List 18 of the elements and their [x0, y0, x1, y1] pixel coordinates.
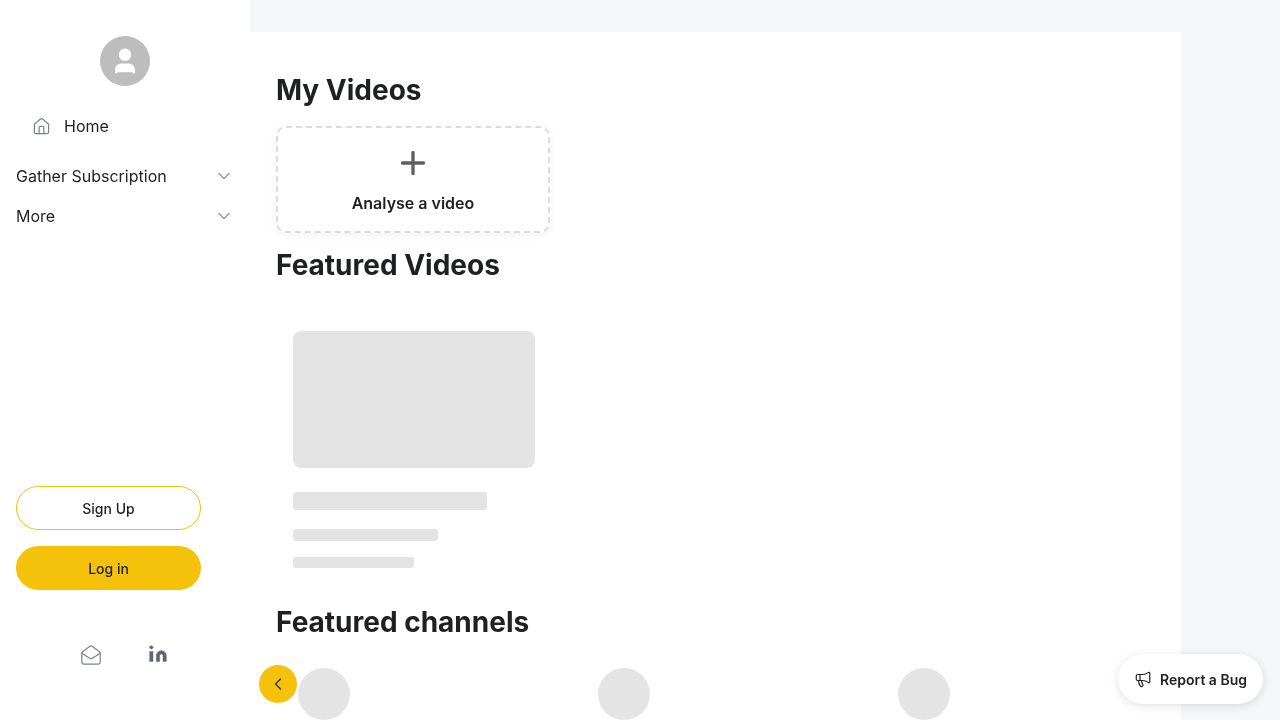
- channel-avatar-placeholder: [298, 668, 350, 720]
- channel-avatar-placeholder: [898, 668, 950, 720]
- signup-button[interactable]: Sign Up: [16, 486, 201, 530]
- home-icon: [32, 116, 51, 136]
- analyse-video-card[interactable]: Analyse a video: [276, 126, 550, 233]
- report-bug-button[interactable]: Report a Bug: [1118, 654, 1263, 704]
- linkedin-icon[interactable]: [148, 644, 168, 664]
- login-button[interactable]: Log in: [16, 546, 201, 590]
- section-title: Featured Videos: [276, 247, 500, 283]
- mail-icon[interactable]: [80, 644, 102, 666]
- avatar-icon: [100, 36, 150, 86]
- menu-dropdown[interactable]: More: [0, 196, 250, 236]
- home-link[interactable]: Home: [32, 114, 250, 138]
- channel-avatar-placeholder: [598, 668, 650, 720]
- section-title: My Videos: [276, 72, 422, 108]
- megaphone-icon: [1134, 670, 1153, 688]
- menu-dropdown[interactable]: Gather Subscription: [0, 156, 250, 196]
- section-title: Featured channels: [276, 604, 530, 640]
